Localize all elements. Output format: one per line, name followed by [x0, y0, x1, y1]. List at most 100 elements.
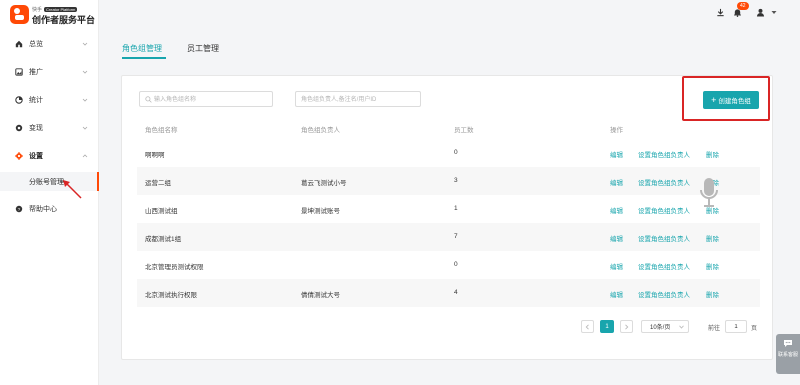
- sidebar: 快手 Creator Platform 创作者服务平台 总览 推广 统计 变现 设…: [0, 0, 99, 385]
- role-group-owner: 葛云飞测试小号: [301, 180, 347, 187]
- sidebar-subitem-label: 分账号管理: [29, 179, 64, 186]
- edit-link[interactable]: 编辑: [610, 149, 623, 159]
- pagination-prev-button[interactable]: [581, 320, 594, 333]
- sidebar-item-statistics[interactable]: 统计: [0, 90, 98, 110]
- create-role-group-button[interactable]: + 创建角色组: [703, 91, 759, 109]
- tab-role-group-management[interactable]: 角色组管理: [122, 43, 162, 54]
- sidebar-item-promotion[interactable]: 推广: [0, 62, 98, 82]
- set-owner-link[interactable]: 设置角色组负责人: [638, 149, 690, 159]
- question-icon: ?: [15, 205, 23, 213]
- sidebar-subitem-account-management[interactable]: 分账号管理: [0, 172, 99, 191]
- svg-text:?: ?: [18, 207, 21, 213]
- create-role-group-label: 创建角色组: [718, 98, 751, 105]
- download-icon[interactable]: [716, 8, 725, 17]
- role-group-owner: 景坤测试账号: [301, 208, 340, 215]
- delete-link[interactable]: 删除: [706, 149, 719, 159]
- role-group-name: 运营二组: [145, 180, 171, 187]
- chart-icon: [15, 96, 23, 104]
- sidebar-item-label: 变现: [29, 125, 43, 132]
- edit-link[interactable]: 编辑: [610, 233, 623, 243]
- column-header-actions: 操作: [610, 127, 623, 134]
- sidebar-item-settings[interactable]: 设置: [0, 146, 98, 166]
- chevron-right-icon: [625, 323, 629, 330]
- chevron-down-icon: [82, 69, 88, 75]
- delete-link[interactable]: 删除: [706, 233, 719, 243]
- search-icon: [145, 96, 152, 103]
- role-group-owner: 倩倩测试大号: [301, 292, 340, 299]
- brand-logo[interactable]: 快手 Creator Platform 创作者服务平台: [10, 4, 98, 26]
- gear-icon: [15, 152, 23, 160]
- table-row: 成都测试1组 7 编辑 设置角色组负责人 删除: [137, 223, 760, 251]
- image-icon: [15, 68, 23, 76]
- chevron-left-icon: [585, 323, 589, 330]
- chevron-down-icon: [82, 125, 88, 131]
- customer-service-widget[interactable]: 联系客服: [776, 334, 800, 374]
- column-header-count: 员工数: [454, 127, 474, 134]
- microphone-icon[interactable]: [698, 176, 722, 210]
- caret-down-icon[interactable]: [771, 10, 777, 15]
- set-owner-link[interactable]: 设置角色组负责人: [638, 233, 690, 243]
- chevron-down-icon: [82, 97, 88, 103]
- sidebar-item-label: 推广: [29, 69, 43, 76]
- sidebar-item-label: 设置: [29, 153, 43, 160]
- role-group-name: 成都测试1组: [145, 236, 182, 243]
- role-group-name: 北京测试执行权限: [145, 292, 197, 299]
- column-header-name: 角色组名称: [145, 127, 178, 134]
- employee-count: 4: [454, 289, 458, 296]
- set-owner-link[interactable]: 设置角色组负责人: [638, 205, 690, 215]
- role-group-search-field[interactable]: [139, 91, 273, 107]
- edit-link[interactable]: 编辑: [610, 261, 623, 271]
- page-size-value: 10条/页: [650, 325, 671, 331]
- table-row: 山西测试组 景坤测试账号 1 编辑 设置角色组负责人 删除: [137, 195, 760, 223]
- role-group-name: 啊啊啊: [145, 152, 165, 159]
- set-owner-link[interactable]: 设置角色组负责人: [638, 177, 690, 187]
- customer-service-label: 联系客服: [778, 352, 799, 358]
- notification-badge: 42: [737, 2, 749, 10]
- table-row: 运营二组 葛云飞测试小号 3 编辑 设置角色组负责人 删除: [137, 167, 760, 195]
- employee-count: 0: [454, 261, 458, 268]
- owner-search-input[interactable]: [301, 94, 411, 105]
- pagination-page-button[interactable]: 1: [600, 320, 614, 333]
- sidebar-item-label: 统计: [29, 97, 43, 104]
- chevron-up-icon: [82, 153, 88, 159]
- brand-tag: Creator Platform: [44, 7, 78, 12]
- chevron-down-icon: [82, 41, 88, 47]
- set-owner-link[interactable]: 设置角色组负责人: [638, 261, 690, 271]
- role-group-name: 山西测试组: [145, 208, 178, 215]
- delete-link[interactable]: 删除: [706, 261, 719, 271]
- employee-count: 1: [454, 205, 458, 212]
- owner-search-field[interactable]: [295, 91, 421, 107]
- kuaishou-logo-icon: [10, 5, 29, 24]
- employee-count: 0: [454, 149, 458, 156]
- annotation-arrow-icon: [63, 180, 82, 199]
- tab-employee-management[interactable]: 员工管理: [187, 43, 219, 54]
- coin-icon: [15, 124, 23, 132]
- chat-bubble-icon: [784, 340, 792, 347]
- set-owner-link[interactable]: 设置角色组负责人: [638, 289, 690, 299]
- employee-count: 7: [454, 233, 458, 240]
- edit-link[interactable]: 编辑: [610, 205, 623, 215]
- plus-icon: +: [711, 94, 717, 105]
- pagination-next-button[interactable]: [620, 320, 633, 333]
- tab-active-underline: [122, 57, 166, 59]
- user-avatar-icon[interactable]: [756, 8, 765, 17]
- page-suffix-label: 页: [751, 326, 758, 332]
- sidebar-item-overview[interactable]: 总览: [0, 34, 98, 54]
- active-indicator: [97, 172, 99, 191]
- page-size-select[interactable]: 10条/页: [641, 320, 689, 333]
- edit-link[interactable]: 编辑: [610, 289, 623, 299]
- brand-name: 创作者服务平台: [32, 15, 96, 25]
- goto-page-input[interactable]: [725, 320, 747, 333]
- table-row: 北京测试执行权限 倩倩测试大号 4 编辑 设置角色组负责人 删除: [137, 279, 760, 307]
- sidebar-item-monetization[interactable]: 变现: [0, 118, 98, 138]
- chevron-down-icon: [679, 325, 684, 329]
- edit-link[interactable]: 编辑: [610, 177, 623, 187]
- sidebar-item-help-center[interactable]: ? 帮助中心: [0, 199, 98, 219]
- role-group-search-input[interactable]: [154, 94, 264, 105]
- home-icon: [15, 40, 23, 48]
- column-header-owner: 角色组负责人: [301, 127, 340, 134]
- goto-label: 前往: [708, 326, 721, 332]
- employee-count: 3: [454, 177, 458, 184]
- delete-link[interactable]: 删除: [706, 289, 719, 299]
- table-row: 北京管理员测试权限 0 编辑 设置角色组负责人 删除: [137, 251, 760, 279]
